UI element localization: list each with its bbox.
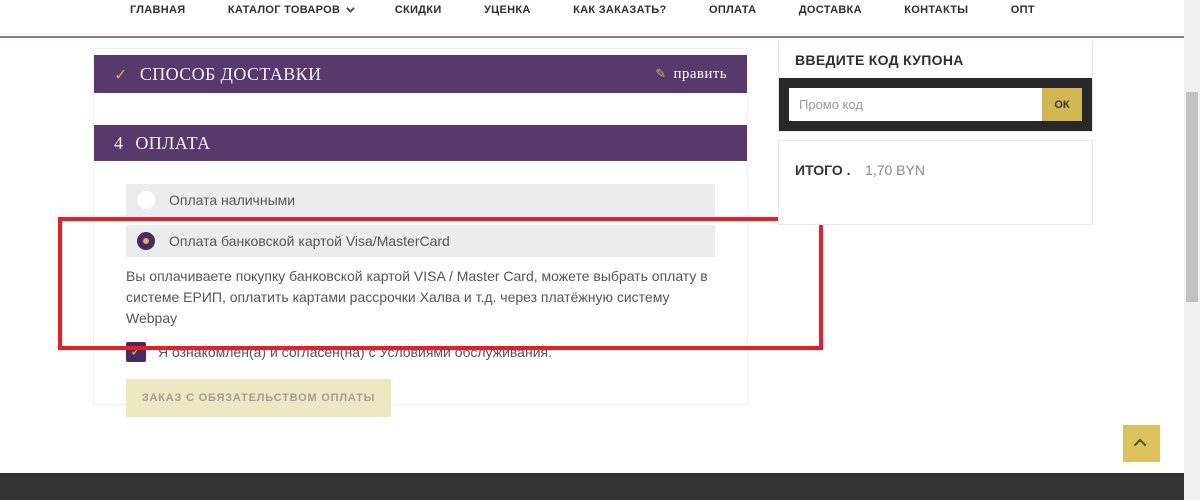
edit-delivery-label: править: [674, 66, 728, 83]
edit-delivery-link[interactable]: ✎ править: [655, 66, 727, 83]
nav-item-label: ДОСТАВКА: [799, 4, 862, 16]
payment-form: Оплата наличными Оплата банковской карто…: [94, 161, 747, 417]
checkout-card: ✓ СПОСОБ ДОСТАВКИ ✎ править 4 ОПЛАТА Опл…: [93, 48, 748, 405]
payment-option-cash[interactable]: Оплата наличными: [126, 184, 715, 216]
coupon-input-box: ОК: [779, 78, 1092, 131]
coupon-submit-button[interactable]: ОК: [1042, 88, 1082, 121]
delivery-section-title: СПОСОБ ДОСТАВКИ: [140, 64, 322, 85]
nav-item-wholesale[interactable]: ОПТ: [1011, 2, 1035, 18]
payment-option-card[interactable]: Оплата банковской картой Visa/MasterCard: [126, 225, 715, 257]
nav-item-label: ОПТ: [1011, 4, 1035, 16]
top-navigation: ГЛАВНАЯ КАТАЛОГ ТОВАРОВ СКИДКИ УЦЕНКА КА…: [0, 0, 1184, 38]
nav-item-payment[interactable]: ОПЛАТА: [709, 2, 756, 18]
order-total-card: ИТОГО . 1,70 BYN: [778, 140, 1093, 225]
check-icon: ✓: [114, 65, 128, 84]
radio-selected-icon[interactable]: [137, 232, 155, 250]
payment-step-number: 4: [114, 133, 123, 154]
nav-item-label: КОНТАКТЫ: [904, 4, 968, 16]
submit-order-button[interactable]: ЗАКАЗ С ОБЯЗАТЕЛЬСТВОМ ОПЛАТЫ: [126, 379, 391, 417]
nav-item-label: КАК ЗАКАЗАТЬ?: [573, 4, 666, 16]
scrollbar-thumb[interactable]: [1186, 92, 1198, 302]
nav-item-label: КАТАЛОГ ТОВАРОВ: [228, 4, 340, 16]
terms-agreement-row: ✓ Я ознакомлен(а) и согласен(на) с Услов…: [126, 342, 715, 362]
payment-section-header: 4 ОПЛАТА: [94, 125, 747, 161]
nav-item-delivery[interactable]: ДОСТАВКА: [799, 2, 862, 18]
nav-item-contacts[interactable]: КОНТАКТЫ: [904, 2, 968, 18]
nav-item-label: ОПЛАТА: [709, 4, 756, 16]
nav-item-catalog[interactable]: КАТАЛОГ ТОВАРОВ: [228, 2, 352, 18]
nav-item-label: СКИДКИ: [395, 4, 442, 16]
nav-item-home[interactable]: ГЛАВНАЯ: [130, 2, 185, 18]
footer-bar: [0, 473, 1184, 500]
payment-option-label: Оплата банковской картой Visa/MasterCard: [169, 233, 450, 249]
chevron-down-icon: [346, 4, 354, 12]
payment-description: Вы оплачиваете покупку банковской картой…: [126, 266, 715, 329]
scrollbar[interactable]: [1184, 0, 1200, 500]
nav-item-markdown[interactable]: УЦЕНКА: [484, 2, 531, 18]
scroll-to-top-button[interactable]: [1123, 425, 1160, 462]
coupon-title: ВВЕДИТЕ КОД КУПОНА: [779, 40, 1092, 78]
coupon-card: ВВЕДИТЕ КОД КУПОНА ОК: [778, 40, 1093, 132]
payment-option-label: Оплата наличными: [169, 192, 295, 208]
total-value: 1,70 BYN: [865, 162, 925, 178]
pencil-icon: ✎: [655, 67, 666, 82]
terms-agreement-label: Я ознакомлен(а) и согласен(на) с Условия…: [158, 344, 552, 360]
nav-item-how-to-order[interactable]: КАК ЗАКАЗАТЬ?: [573, 2, 666, 18]
nav-items-row: ГЛАВНАЯ КАТАЛОГ ТОВАРОВ СКИДКИ УЦЕНКА КА…: [130, 2, 1035, 18]
total-label: ИТОГО .: [795, 162, 851, 178]
nav-item-discounts[interactable]: СКИДКИ: [395, 2, 442, 18]
chevron-up-icon: [1134, 439, 1147, 452]
delivery-section-header: ✓ СПОСОБ ДОСТАВКИ ✎ править: [94, 55, 747, 93]
radio-icon[interactable]: [137, 191, 155, 209]
nav-item-label: ГЛАВНАЯ: [130, 4, 185, 16]
promo-code-input[interactable]: [789, 88, 1042, 121]
nav-item-label: УЦЕНКА: [484, 4, 531, 16]
delivery-section-title-group: ✓ СПОСОБ ДОСТАВКИ: [114, 64, 322, 85]
terms-checkbox[interactable]: ✓: [126, 342, 146, 362]
payment-section-title: ОПЛАТА: [135, 133, 210, 154]
order-sidebar: ВВЕДИТЕ КОД КУПОНА ОК ИТОГО . 1,70 BYN: [778, 40, 1093, 225]
